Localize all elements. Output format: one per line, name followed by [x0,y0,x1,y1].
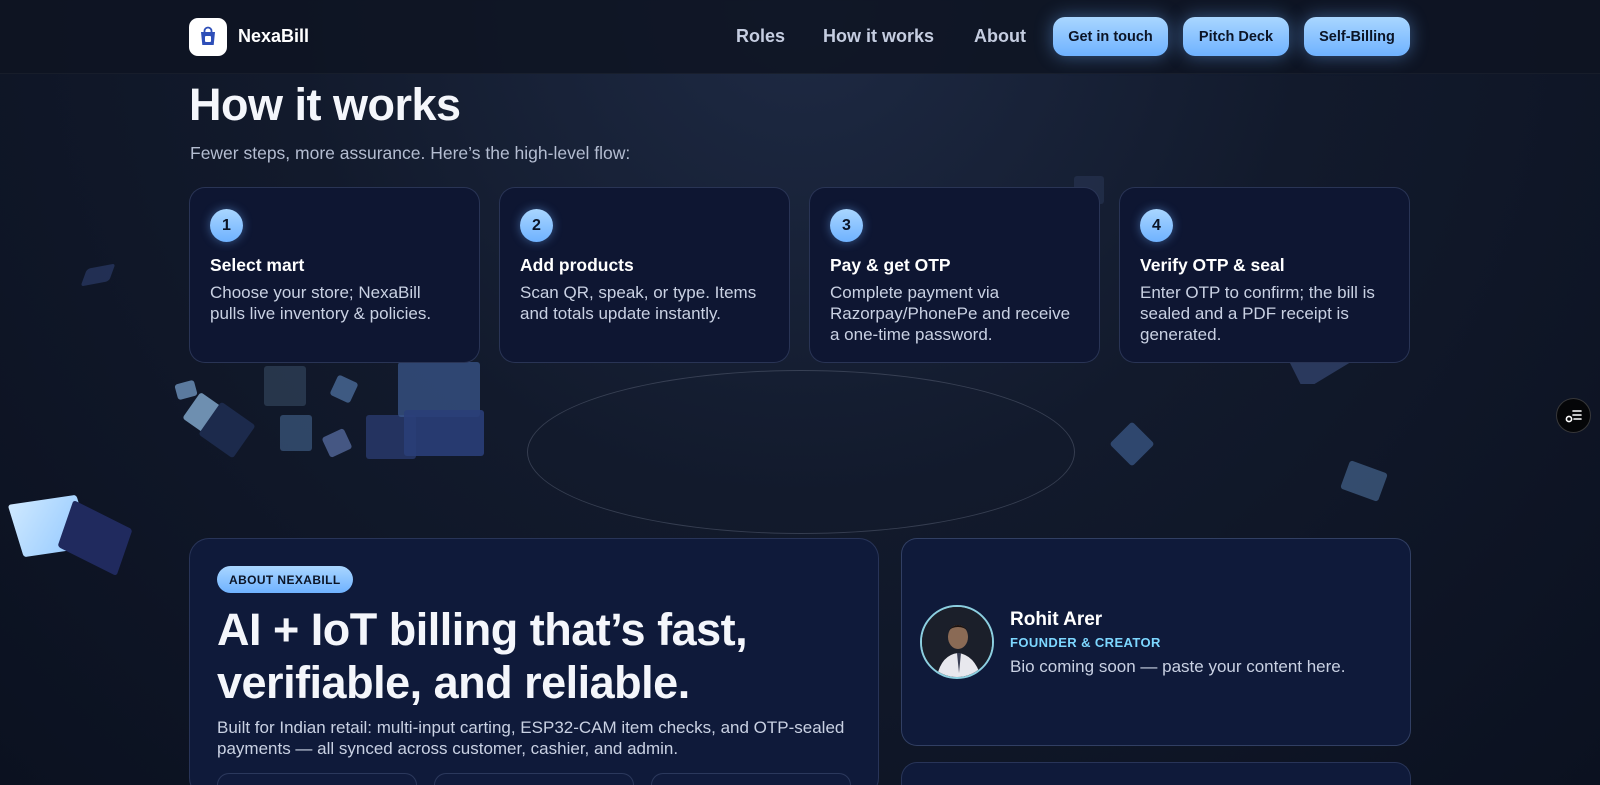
nav-link-about[interactable]: About [974,26,1026,47]
brand-logo[interactable] [189,18,227,56]
step-title: Select mart [210,255,305,275]
step-card-4: 4 Verify OTP & seal Enter OTP to confirm… [1119,187,1410,363]
founder-role: FOUNDER & CREATOR [1010,635,1161,650]
step-card-3: 3 Pay & get OTP Complete payment via Raz… [809,187,1100,363]
section-subtitle: Fewer steps, more assurance. Here’s the … [190,143,631,163]
founder-name: Rohit Arer [1010,609,1103,630]
about-title: AI + IoT billing that’s fast, verifiable… [217,604,748,708]
step-title: Add products [520,255,634,275]
pitch-deck-button[interactable]: Pitch Deck [1183,17,1289,56]
section-title: How it works [189,79,461,130]
step-title: Verify OTP & seal [1140,255,1285,275]
feature-box [651,773,851,785]
step-number: 1 [210,209,243,242]
shopping-bag-icon [201,26,215,45]
step-number: 3 [830,209,863,242]
decorative-ring [527,370,1075,534]
step-number: 2 [520,209,553,242]
step-description: Enter OTP to confirm; the bill is sealed… [1140,283,1375,344]
founder-bio: Bio coming soon — paste your content her… [1010,657,1346,676]
about-card: ABOUT NEXABILL AI + IoT billing that’s f… [189,538,879,785]
step-card-1: 1 Select mart Choose your store; NexaBil… [189,187,480,363]
brand-name[interactable]: NexaBill [238,26,309,47]
side-menu-button[interactable] [1556,398,1591,433]
avatar [920,605,994,679]
step-description: Complete payment via Razorpay/PhonePe an… [830,283,1071,344]
feature-box [217,773,417,785]
step-card-2: 2 Add products Scan QR, speak, or type. … [499,187,790,363]
step-title: Pay & get OTP [830,255,951,275]
step-description: Choose your store; NexaBill pulls live i… [210,283,432,323]
feature-box [434,773,634,785]
top-nav-bar: NexaBill Roles How it works About Get in… [0,0,1600,74]
about-badge: ABOUT NEXABILL [217,566,353,593]
list-settings-icon [1565,409,1582,422]
nav-link-roles[interactable]: Roles [736,26,785,47]
about-description: Built for Indian retail: multi-input car… [217,718,845,758]
next-card [901,762,1411,785]
nav-link-how-it-works[interactable]: How it works [823,26,934,47]
self-billing-button[interactable]: Self-Billing [1304,17,1410,56]
get-in-touch-button[interactable]: Get in touch [1053,17,1168,56]
step-description: Scan QR, speak, or type. Items and total… [520,283,757,323]
step-number: 4 [1140,209,1173,242]
founder-card: Rohit Arer FOUNDER & CREATOR Bio coming … [901,538,1411,746]
